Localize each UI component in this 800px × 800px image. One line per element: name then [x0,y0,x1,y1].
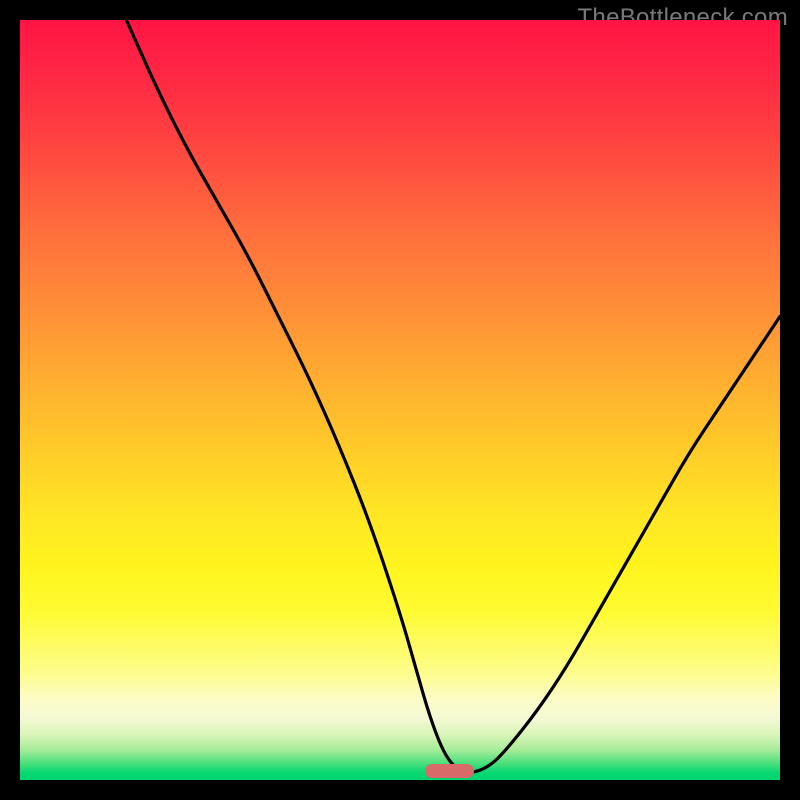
curve-svg [20,20,780,780]
plot-area [20,20,780,780]
chart-stage: TheBottleneck.com [0,0,800,800]
optimal-marker [425,764,474,778]
bottleneck-curve [126,20,780,772]
